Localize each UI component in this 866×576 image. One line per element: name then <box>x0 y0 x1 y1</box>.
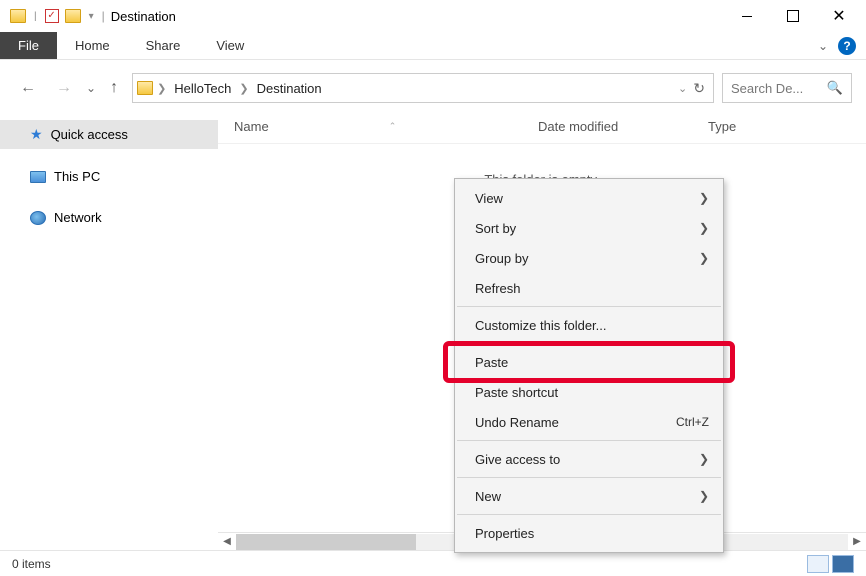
scroll-left-button[interactable]: ◀ <box>218 534 236 550</box>
tab-share[interactable]: Share <box>128 32 199 59</box>
navigation-bar: ← → ⌄ ↑ ❯ HelloTech ❯ Destination ⌄ ↻ Se… <box>0 66 866 110</box>
view-toggles <box>807 555 854 573</box>
help-button[interactable]: ? <box>838 37 856 55</box>
navigation-pane: ★ Quick access This PC Network <box>0 110 218 550</box>
chevron-right-icon: ❯ <box>699 221 709 235</box>
sidebar-item-this-pc[interactable]: This PC <box>0 163 218 190</box>
quick-access-toolbar: | ✓ ▾ <box>4 9 96 23</box>
sidebar-item-label: Quick access <box>51 127 128 142</box>
folder-icon <box>137 81 153 95</box>
sidebar-item-label: This PC <box>54 169 100 184</box>
scroll-thumb[interactable] <box>236 534 416 550</box>
breadcrumb[interactable]: Destination <box>253 81 326 96</box>
menu-item-customize[interactable]: Customize this folder... <box>455 310 723 340</box>
folder-icon <box>10 9 26 23</box>
menu-separator <box>457 440 721 441</box>
forward-button[interactable]: → <box>50 75 78 101</box>
maximize-button[interactable] <box>770 1 816 31</box>
search-icon: 🔍 <box>827 80 843 96</box>
window-title: Destination <box>111 9 176 24</box>
title-bar: | ✓ ▾ | Destination ✕ <box>0 0 866 32</box>
properties-qat-icon[interactable]: ✓ <box>45 9 59 23</box>
close-button[interactable]: ✕ <box>816 1 862 31</box>
menu-item-sort-by[interactable]: Sort by ❯ <box>455 213 723 243</box>
file-tab[interactable]: File <box>0 32 57 59</box>
item-count: 0 items <box>12 557 51 571</box>
sidebar-item-network[interactable]: Network <box>0 204 218 231</box>
menu-separator <box>457 477 721 478</box>
ribbon: File Home Share View ⌄ ? <box>0 32 866 60</box>
up-button[interactable]: ↑ <box>104 75 124 101</box>
menu-item-view[interactable]: View ❯ <box>455 183 723 213</box>
sidebar-item-quick-access[interactable]: ★ Quick access <box>0 120 218 149</box>
menu-item-refresh[interactable]: Refresh <box>455 273 723 303</box>
menu-separator <box>457 306 721 307</box>
tab-home[interactable]: Home <box>57 32 128 59</box>
main-area: ★ Quick access This PC Network Name ⌃ Da… <box>0 110 866 550</box>
keyboard-shortcut: Ctrl+Z <box>676 415 709 429</box>
separator: | <box>102 9 105 23</box>
status-bar: 0 items <box>0 550 866 576</box>
chevron-right-icon: ❯ <box>699 191 709 205</box>
thumbnails-view-button[interactable] <box>832 555 854 573</box>
menu-item-new[interactable]: New ❯ <box>455 481 723 511</box>
menu-separator <box>457 514 721 515</box>
address-bar[interactable]: ❯ HelloTech ❯ Destination ⌄ ↻ <box>132 73 714 103</box>
new-folder-qat-icon[interactable] <box>65 9 81 23</box>
chevron-right-icon[interactable]: ❯ <box>239 82 248 95</box>
qat-dropdown-icon[interactable]: ▾ <box>89 11 94 22</box>
column-headers: Name ⌃ Date modified Type <box>218 110 866 144</box>
search-input[interactable]: Search De... 🔍 <box>722 73 852 103</box>
window-controls: ✕ <box>724 1 862 31</box>
ribbon-collapse-icon[interactable]: ⌄ <box>818 39 828 53</box>
minimize-button[interactable] <box>724 1 770 31</box>
menu-item-paste[interactable]: Paste <box>455 347 723 377</box>
chevron-right-icon: ❯ <box>699 251 709 265</box>
tab-view[interactable]: View <box>198 32 262 59</box>
search-placeholder: Search De... <box>731 81 803 96</box>
separator: | <box>34 11 37 22</box>
context-menu: View ❯ Sort by ❯ Group by ❯ Refresh Cust… <box>454 178 724 553</box>
chevron-right-icon: ❯ <box>699 489 709 503</box>
column-header-type[interactable]: Type <box>708 119 736 134</box>
chevron-right-icon[interactable]: ❯ <box>157 82 166 95</box>
scroll-right-button[interactable]: ▶ <box>848 534 866 550</box>
refresh-icon[interactable]: ↻ <box>693 80 705 97</box>
menu-item-paste-shortcut[interactable]: Paste shortcut <box>455 377 723 407</box>
menu-item-give-access[interactable]: Give access to ❯ <box>455 444 723 474</box>
column-header-date[interactable]: Date modified <box>538 119 708 134</box>
sidebar-item-label: Network <box>54 210 102 225</box>
star-icon: ★ <box>30 126 43 143</box>
menu-separator <box>457 343 721 344</box>
menu-item-properties[interactable]: Properties <box>455 518 723 548</box>
column-header-name[interactable]: Name ⌃ <box>218 119 538 134</box>
menu-item-group-by[interactable]: Group by ❯ <box>455 243 723 273</box>
menu-item-undo[interactable]: Undo Rename Ctrl+Z <box>455 407 723 437</box>
back-button[interactable]: ← <box>14 75 42 101</box>
network-icon <box>30 211 46 225</box>
breadcrumb[interactable]: HelloTech <box>170 81 235 96</box>
details-view-button[interactable] <box>807 555 829 573</box>
sort-indicator-icon: ⌃ <box>389 121 397 132</box>
history-dropdown-icon[interactable]: ⌄ <box>86 81 96 95</box>
chevron-down-icon[interactable]: ⌄ <box>678 82 687 95</box>
pc-icon <box>30 171 46 183</box>
chevron-right-icon: ❯ <box>699 452 709 466</box>
